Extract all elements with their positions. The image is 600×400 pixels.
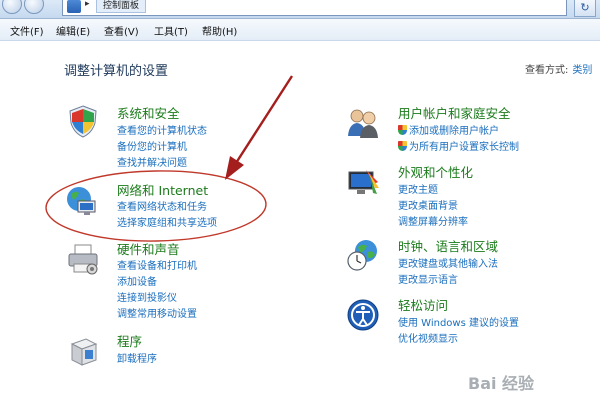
forward-button[interactable] — [24, 0, 44, 14]
link-mobility-settings[interactable]: 调整常用移动设置 — [117, 305, 197, 320]
menu-help[interactable]: 帮助(H) — [202, 23, 237, 38]
watermark: Bai 经验 — [468, 374, 535, 393]
link-change-display-language[interactable]: 更改显示语言 — [398, 271, 458, 286]
link-parental-controls[interactable]: 为所有用户设置家长控制 — [398, 138, 519, 153]
link-backup-computer[interactable]: 备份您的计算机 — [117, 138, 187, 153]
ease-of-access-icon[interactable] — [346, 298, 380, 332]
category-hardware-sound[interactable]: 硬件和声音 — [117, 239, 180, 258]
network-globe-icon[interactable] — [64, 184, 98, 218]
program-box-icon[interactable] — [66, 334, 100, 368]
users-icon[interactable] — [346, 106, 380, 140]
uac-shield-icon — [398, 125, 407, 135]
breadcrumb-control-panel[interactable]: 控制面板 — [96, 0, 147, 13]
category-system-security[interactable]: 系统和安全 — [117, 103, 180, 122]
clock-globe-icon[interactable] — [346, 238, 380, 272]
back-button[interactable] — [2, 0, 22, 14]
link-add-device[interactable]: 添加设备 — [117, 273, 157, 288]
category-appearance[interactable]: 外观和个性化 — [398, 162, 473, 181]
link-view-network-status[interactable]: 查看网络状态和任务 — [117, 198, 207, 213]
page-title: 调整计算机的设置 — [64, 64, 169, 79]
arrow-head — [225, 156, 244, 180]
link-change-theme[interactable]: 更改主题 — [398, 181, 438, 196]
link-connect-projector[interactable]: 连接到投影仪 — [117, 289, 177, 304]
link-parental-controls-label: 为所有用户设置家长控制 — [409, 142, 519, 153]
category-network-internet[interactable]: 网络和 Internet — [117, 180, 208, 199]
link-view-computer-status[interactable]: 查看您的计算机状态 — [117, 122, 207, 137]
link-add-remove-accounts[interactable]: 添加或删除用户帐户 — [398, 122, 499, 137]
view-by-label: 查看方式: — [525, 65, 569, 76]
menu-view[interactable]: 查看(V) — [104, 23, 139, 38]
refresh-button[interactable]: ↻ — [574, 0, 596, 17]
category-programs[interactable]: 程序 — [117, 331, 142, 350]
link-add-remove-accounts-label: 添加或删除用户帐户 — [409, 126, 499, 137]
link-change-background[interactable]: 更改桌面背景 — [398, 197, 458, 212]
menu-tools[interactable]: 工具(T) — [154, 23, 188, 38]
view-by-dropdown[interactable]: 类别 — [572, 65, 592, 76]
printer-icon[interactable] — [66, 242, 100, 276]
breadcrumb-arrow-icon[interactable]: ▸ — [85, 0, 90, 9]
view-by: 查看方式: 类别 — [525, 61, 592, 76]
address-field[interactable]: ▸ 控制面板 ▾ — [62, 0, 567, 16]
arrow-shaft — [234, 75, 294, 164]
address-bar: ▸ 控制面板 ▾ ↻ — [0, 0, 600, 19]
security-shield-icon[interactable] — [66, 104, 100, 138]
link-optimize-visual-display[interactable]: 优化视频显示 — [398, 330, 458, 345]
menu-edit[interactable]: 编辑(E) — [56, 23, 90, 38]
link-devices-printers[interactable]: 查看设备和打印机 — [117, 257, 197, 272]
category-ease-of-access[interactable]: 轻松访问 — [398, 295, 448, 314]
link-change-keyboard[interactable]: 更改键盘或其他输入法 — [398, 255, 498, 270]
category-clock-language-region[interactable]: 时钟、语言和区域 — [398, 236, 498, 255]
link-find-fix-problems[interactable]: 查找并解决问题 — [117, 154, 187, 169]
menu-file[interactable]: 文件(F) — [10, 23, 44, 38]
appearance-monitor-icon[interactable] — [346, 166, 380, 200]
uac-shield-icon — [398, 141, 407, 151]
menu-bar: 文件(F) 编辑(E) 查看(V) 工具(T) 帮助(H) — [0, 19, 600, 41]
link-windows-recommended-settings[interactable]: 使用 Windows 建议的设置 — [398, 314, 519, 329]
control-panel-icon — [67, 0, 81, 13]
link-homegroup-sharing[interactable]: 选择家庭组和共享选项 — [117, 214, 217, 229]
link-uninstall-program[interactable]: 卸载程序 — [117, 350, 157, 365]
category-user-accounts[interactable]: 用户帐户和家庭安全 — [398, 103, 511, 122]
link-screen-resolution[interactable]: 调整屏幕分辨率 — [398, 213, 468, 228]
